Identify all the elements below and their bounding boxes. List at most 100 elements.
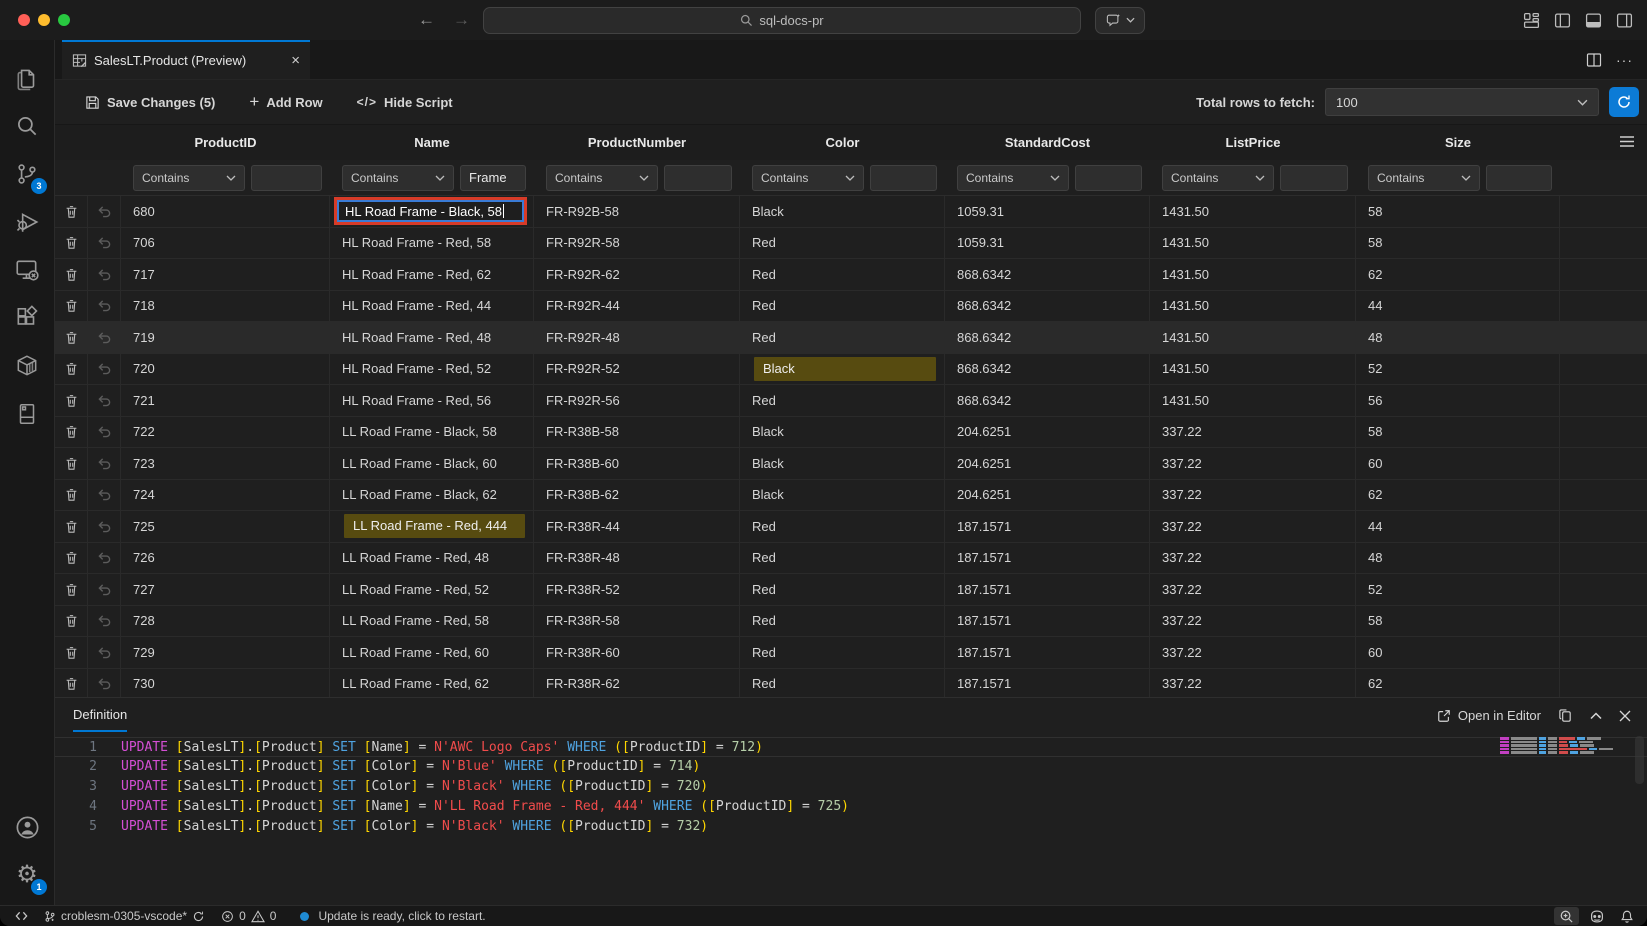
- cost-cell[interactable]: 187.1571: [945, 637, 1150, 668]
- toggle-panel-icon[interactable]: [1585, 12, 1602, 29]
- color-cell[interactable]: Red: [740, 574, 945, 605]
- name-cell[interactable]: LL Road Frame - Black, 60: [330, 448, 534, 479]
- command-center-search[interactable]: sql-docs-pr: [483, 7, 1081, 34]
- name-cell[interactable]: LL Road Frame - Red, 48: [330, 543, 534, 574]
- containers-icon[interactable]: [3, 342, 51, 390]
- size-cell[interactable]: 52: [1356, 574, 1560, 605]
- customize-layout-icon[interactable]: [1523, 12, 1540, 29]
- name-cell[interactable]: LL Road Frame - Red, 62: [330, 669, 534, 698]
- tab-close-icon[interactable]: ×: [291, 52, 300, 69]
- notifications-bell-icon[interactable]: [1615, 906, 1639, 926]
- size-cell[interactable]: 56: [1356, 385, 1560, 416]
- color-cell[interactable]: Red: [740, 669, 945, 698]
- cost-cell[interactable]: 204.6251: [945, 480, 1150, 511]
- name-cell[interactable]: HL Road Frame - Red, 44: [330, 291, 534, 322]
- revert-row-icon[interactable]: [88, 196, 121, 227]
- delete-row-icon[interactable]: [55, 480, 88, 511]
- size-cell[interactable]: 58: [1356, 417, 1560, 448]
- hide-script-button[interactable]: </> Hide Script: [357, 95, 453, 110]
- source-control-icon[interactable]: 3: [3, 150, 51, 198]
- size-cell[interactable]: 62: [1356, 669, 1560, 698]
- size-cell[interactable]: 44: [1356, 291, 1560, 322]
- filter-value-input-name[interactable]: Frame: [460, 165, 526, 191]
- copy-icon[interactable]: [1558, 708, 1573, 723]
- price-cell[interactable]: 337.22: [1150, 574, 1356, 605]
- maximize-window-button[interactable]: [58, 14, 70, 26]
- zoom-in-status-icon[interactable]: [1554, 907, 1579, 925]
- column-header-standardcost[interactable]: StandardCost: [945, 135, 1150, 150]
- id-cell[interactable]: 725: [121, 511, 330, 542]
- delete-row-icon[interactable]: [55, 606, 88, 637]
- id-cell[interactable]: 728: [121, 606, 330, 637]
- filter-operator-select-listprice[interactable]: Contains: [1162, 165, 1274, 191]
- database-project-icon[interactable]: [3, 390, 51, 438]
- number-cell[interactable]: FR-R38R-44: [534, 511, 740, 542]
- number-cell[interactable]: FR-R92R-56: [534, 385, 740, 416]
- history-back-icon[interactable]: ←: [418, 10, 435, 30]
- name-cell[interactable]: LL Road Frame - Red, 58: [330, 606, 534, 637]
- price-cell[interactable]: 337.22: [1150, 637, 1356, 668]
- save-changes-button[interactable]: Save Changes (5): [85, 95, 215, 110]
- cost-cell[interactable]: 204.6251: [945, 417, 1150, 448]
- toggle-secondary-sidebar-icon[interactable]: [1616, 12, 1633, 29]
- price-cell[interactable]: 337.22: [1150, 448, 1356, 479]
- copilot-menu-button[interactable]: [1095, 7, 1145, 34]
- panel-scrollbar[interactable]: [1635, 736, 1644, 784]
- cost-cell[interactable]: 868.6342: [945, 385, 1150, 416]
- column-header-listprice[interactable]: ListPrice: [1150, 135, 1356, 150]
- revert-row-icon[interactable]: [88, 448, 121, 479]
- delete-row-icon[interactable]: [55, 448, 88, 479]
- cost-cell[interactable]: 1059.31: [945, 228, 1150, 259]
- number-cell[interactable]: FR-R38R-62: [534, 669, 740, 698]
- close-panel-icon[interactable]: [1619, 710, 1631, 722]
- cost-cell[interactable]: 868.6342: [945, 322, 1150, 353]
- minimize-window-button[interactable]: [38, 14, 50, 26]
- price-cell[interactable]: 337.22: [1150, 669, 1356, 698]
- id-cell[interactable]: 727: [121, 574, 330, 605]
- refresh-button[interactable]: [1609, 87, 1639, 117]
- size-cell[interactable]: 44: [1356, 511, 1560, 542]
- revert-row-icon[interactable]: [88, 291, 121, 322]
- size-cell[interactable]: 52: [1356, 354, 1560, 385]
- name-cell[interactable]: LL Road Frame - Black, 62: [330, 480, 534, 511]
- toggle-primary-sidebar-icon[interactable]: [1554, 12, 1571, 29]
- number-cell[interactable]: FR-R38R-60: [534, 637, 740, 668]
- id-cell[interactable]: 718: [121, 291, 330, 322]
- color-cell[interactable]: Red: [740, 228, 945, 259]
- cost-cell[interactable]: 187.1571: [945, 511, 1150, 542]
- remote-explorer-icon[interactable]: [3, 246, 51, 294]
- color-cell[interactable]: Red: [740, 291, 945, 322]
- revert-row-icon[interactable]: [88, 385, 121, 416]
- close-window-button[interactable]: [18, 14, 30, 26]
- delete-row-icon[interactable]: [55, 511, 88, 542]
- number-cell[interactable]: FR-R38R-48: [534, 543, 740, 574]
- name-cell[interactable]: HL Road Frame - Red, 52: [330, 354, 534, 385]
- color-cell[interactable]: Black: [740, 480, 945, 511]
- price-cell[interactable]: 1431.50: [1150, 259, 1356, 290]
- filter-value-input-color[interactable]: [870, 165, 937, 191]
- price-cell[interactable]: 1431.50: [1150, 196, 1356, 227]
- cost-cell[interactable]: 204.6251: [945, 448, 1150, 479]
- tab-saleslt-product[interactable]: SalesLT.Product (Preview) ×: [62, 40, 310, 79]
- color-cell[interactable]: Red: [740, 606, 945, 637]
- cost-cell[interactable]: 868.6342: [945, 259, 1150, 290]
- price-cell[interactable]: 337.22: [1150, 480, 1356, 511]
- column-menu-icon[interactable]: [1619, 135, 1635, 148]
- color-cell[interactable]: Red: [740, 259, 945, 290]
- filter-value-input-standardcost[interactable]: [1075, 165, 1142, 191]
- number-cell[interactable]: FR-R92B-58: [534, 196, 740, 227]
- filter-value-input-listprice[interactable]: [1280, 165, 1348, 191]
- id-cell[interactable]: 722: [121, 417, 330, 448]
- name-cell[interactable]: LL Road Frame - Red, 444: [330, 511, 534, 542]
- filter-value-input-size[interactable]: [1486, 165, 1552, 191]
- revert-row-icon[interactable]: [88, 606, 121, 637]
- filter-operator-select-size[interactable]: Contains: [1368, 165, 1480, 191]
- number-cell[interactable]: FR-R92R-62: [534, 259, 740, 290]
- color-cell[interactable]: Black: [740, 354, 945, 385]
- delete-row-icon[interactable]: [55, 354, 88, 385]
- cost-cell[interactable]: 187.1571: [945, 543, 1150, 574]
- sql-script-editor[interactable]: 1UPDATE [SalesLT].[Product] SET [Name] =…: [55, 733, 1647, 837]
- definition-tab[interactable]: Definition: [73, 707, 127, 732]
- name-cell[interactable]: HL Road Frame - Red, 56: [330, 385, 534, 416]
- price-cell[interactable]: 337.22: [1150, 606, 1356, 637]
